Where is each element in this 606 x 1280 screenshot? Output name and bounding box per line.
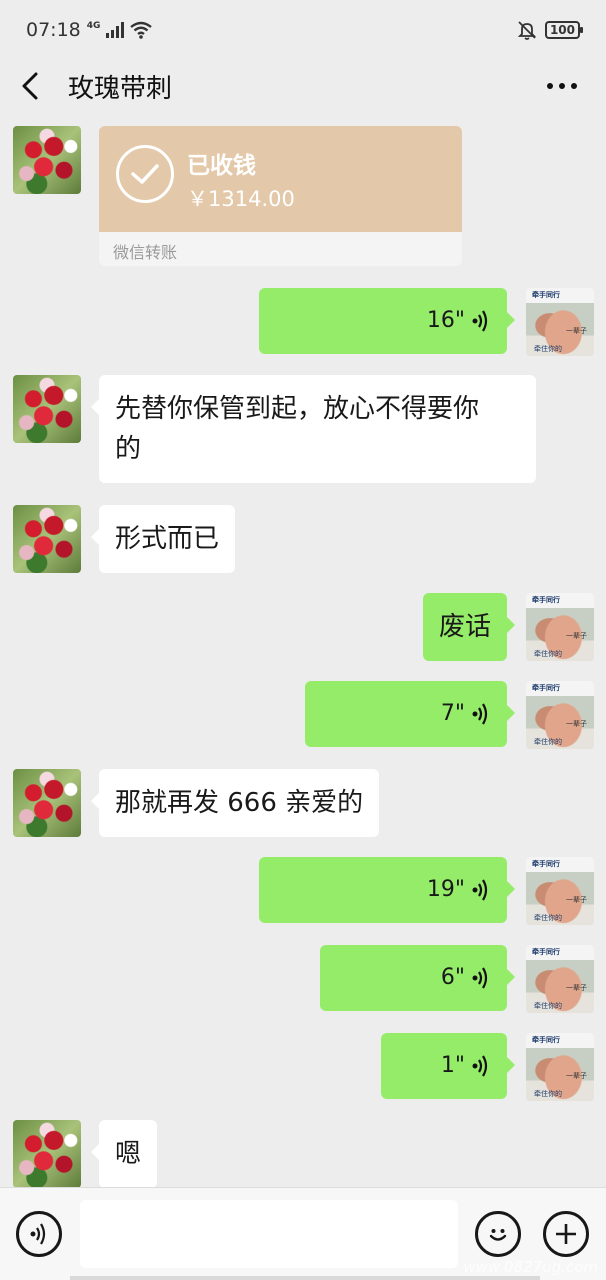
- watermark: www.0827ug.com: [463, 1258, 598, 1276]
- my-avatar[interactable]: 牵手同行 一辈子 牵住你的: [526, 593, 594, 661]
- my-avatar[interactable]: 牵手同行 一辈子 牵住你的: [526, 681, 594, 749]
- contact-avatar[interactable]: [13, 1120, 81, 1187]
- message-voice: 牵手同行 一辈子 牵住你的 19": [0, 856, 606, 926]
- voice-wave-icon: [472, 967, 488, 989]
- message-text: 嗯: [0, 1119, 606, 1187]
- chat-header: 玫瑰带刺: [0, 60, 606, 112]
- back-button[interactable]: [0, 60, 60, 112]
- battery-indicator: 100: [544, 21, 584, 39]
- my-avatar[interactable]: 牵手同行 一辈子 牵住你的: [526, 945, 594, 1013]
- status-left: 07:18 4G: [26, 19, 153, 41]
- wifi-icon: [130, 21, 153, 39]
- voice-wave-icon: [472, 879, 488, 901]
- message-voice: 牵手同行 一辈子 牵住你的 16": [0, 287, 606, 357]
- message-text-content: 废话: [438, 612, 491, 642]
- transfer-card[interactable]: 已收钱 ￥1314.00 微信转账: [99, 126, 462, 266]
- voice-bubble[interactable]: 1": [381, 1033, 515, 1099]
- voice-wave-icon: [472, 703, 488, 725]
- my-avatar[interactable]: 牵手同行 一辈子 牵住你的: [526, 857, 594, 925]
- voice-bubble[interactable]: 16": [259, 288, 515, 354]
- text-bubble[interactable]: 那就再发 666 亲爱的: [90, 769, 380, 837]
- voice-duration: 19": [426, 877, 465, 902]
- voice-wave-icon: [472, 1055, 488, 1077]
- transfer-amount: ￥1314.00: [187, 187, 295, 211]
- check-circle-icon: [116, 145, 174, 203]
- voice-input-button[interactable]: [16, 1211, 62, 1257]
- contact-avatar[interactable]: [13, 505, 81, 573]
- status-time: 07:18: [26, 19, 81, 41]
- more-functions-button[interactable]: [543, 1211, 589, 1257]
- message-text-content: 那就再发 666 亲爱的: [115, 788, 364, 818]
- voice-bubble[interactable]: 7": [305, 681, 515, 747]
- transfer-status: 已收钱: [187, 153, 256, 179]
- text-bubble[interactable]: 嗯: [90, 1120, 158, 1187]
- transfer-label: 微信转账: [113, 243, 178, 262]
- contact-avatar[interactable]: [13, 126, 81, 194]
- chat-title: 玫瑰带刺: [68, 73, 173, 104]
- voice-wave-icon: [472, 310, 488, 332]
- gesture-bar: [70, 1276, 540, 1280]
- message-text: 形式而已: [0, 504, 606, 574]
- text-bubble[interactable]: 废话: [422, 593, 516, 661]
- message-line: 的: [115, 434, 142, 464]
- voice-bubble[interactable]: 6": [320, 945, 515, 1011]
- status-right: 100: [517, 20, 584, 40]
- more-button[interactable]: [532, 60, 592, 112]
- status-bar: 07:18 4G 100: [0, 0, 606, 60]
- voice-bubble[interactable]: 19": [259, 857, 515, 923]
- voice-duration: 16": [426, 308, 465, 333]
- chat-message-list[interactable]: 已收钱 ￥1314.00 微信转账 牵手同行 一辈子 牵住你的 16" 先替你保管到…: [0, 112, 606, 1187]
- voice-duration: 6": [440, 965, 465, 990]
- signal-icon: [106, 22, 125, 38]
- smiley-icon: [489, 1229, 507, 1241]
- plus-icon: [556, 1224, 576, 1244]
- message-voice: 牵手同行 一辈子 牵住你的 1": [0, 1032, 606, 1102]
- message-line: 先替你保管到起，放心不得要你: [115, 394, 480, 424]
- contact-avatar[interactable]: [13, 375, 81, 443]
- text-bubble[interactable]: 先替你保管到起，放心不得要你 的: [91, 375, 536, 483]
- message-text-content: 嗯: [115, 1139, 142, 1169]
- voice-duration: 7": [440, 701, 465, 726]
- message-input[interactable]: [80, 1200, 458, 1268]
- mute-bell-icon: [517, 21, 537, 40]
- message-text: 牵手同行 一辈子 牵住你的 废话: [0, 592, 606, 662]
- my-avatar[interactable]: 牵手同行 一辈子 牵住你的: [526, 1033, 594, 1101]
- message-text-content: 形式而已: [115, 524, 220, 554]
- my-avatar[interactable]: 牵手同行 一辈子 牵住你的: [526, 288, 594, 356]
- emoji-button[interactable]: [475, 1211, 521, 1257]
- message-text: 那就再发 666 亲爱的: [0, 768, 606, 838]
- more-dots-icon: [547, 83, 577, 89]
- message-voice: 牵手同行 一辈子 牵住你的 7": [0, 680, 606, 750]
- voice-wave-icon: [30, 1223, 46, 1245]
- chevron-left-icon: [22, 72, 38, 100]
- contact-avatar[interactable]: [13, 769, 81, 837]
- voice-duration: 1": [440, 1053, 465, 1078]
- message-transfer: 已收钱 ￥1314.00 微信转账: [0, 112, 606, 272]
- message-voice: 牵手同行 一辈子 牵住你的 6": [0, 944, 606, 1014]
- message-text: 先替你保管到起，放心不得要你 的: [0, 374, 606, 489]
- text-bubble[interactable]: 形式而已: [90, 505, 236, 573]
- network-type: 4G: [86, 20, 101, 31]
